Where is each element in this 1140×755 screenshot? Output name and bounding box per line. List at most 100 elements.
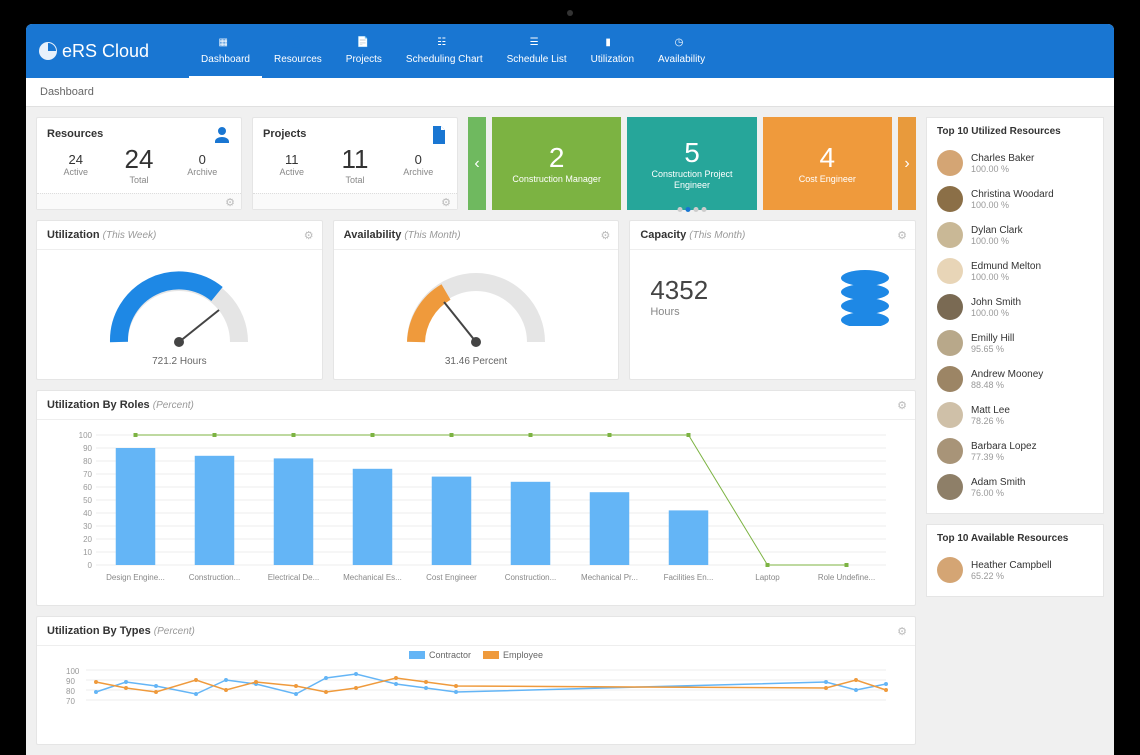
carousel-item[interactable]: 5Construction Project Engineer [627, 117, 756, 210]
nav-label: Schedule List [507, 54, 567, 65]
nav-icon: ◷ [675, 37, 689, 51]
nav-icon: 👤 [291, 37, 305, 51]
svg-text:Construction...: Construction... [189, 573, 241, 582]
svg-text:50: 50 [83, 496, 92, 505]
resource-name: Matt Lee [971, 405, 1010, 416]
chart-title: Utilization By Roles [47, 399, 150, 411]
carousel-label: Construction Project Engineer [635, 169, 748, 191]
period-label: (This Month) [689, 230, 745, 241]
gear-icon[interactable]: ⚙ [225, 196, 235, 209]
availability-gauge [396, 262, 556, 352]
top-available-card: Top 10 Available Resources Heather Campb… [926, 524, 1104, 597]
side-title: Top 10 Utilized Resources [937, 126, 1093, 137]
carousel-count: 4 [820, 142, 836, 174]
gear-icon[interactable]: ⚙ [897, 229, 907, 242]
avatar [937, 258, 963, 284]
avatar [937, 557, 963, 583]
resource-list-item[interactable]: Charles Baker100.00 % [937, 145, 1093, 181]
active-label: Active [263, 167, 321, 177]
carousel-prev-button[interactable]: ‹ [468, 117, 486, 210]
gear-icon[interactable]: ⚙ [304, 229, 314, 242]
resource-percent: 76.00 % [971, 488, 1025, 498]
svg-text:Design Engine...: Design Engine... [106, 573, 165, 582]
nav-dashboard[interactable]: ▦Dashboard [189, 31, 262, 71]
resource-list-item[interactable]: Andrew Mooney88.48 % [937, 361, 1093, 397]
resource-list-item[interactable]: Barbara Lopez77.39 % [937, 433, 1093, 469]
svg-text:80: 80 [66, 687, 75, 696]
svg-text:Mechanical Pr...: Mechanical Pr... [581, 573, 638, 582]
carousel-item[interactable]: 2Construction Manager [492, 117, 621, 210]
active-label: Active [47, 167, 105, 177]
side-title: Top 10 Available Resources [937, 533, 1093, 544]
gauge-value: 721.2 Hours [152, 356, 206, 367]
chart-unit: (Percent) [153, 400, 194, 411]
avatar [937, 402, 963, 428]
projects-stat-card: Projects 11Active 11Total 0Archive ⚙ [252, 117, 458, 210]
nav-icon: ▮ [605, 37, 619, 51]
gear-icon[interactable]: ⚙ [441, 196, 451, 209]
nav-label: Availability [658, 54, 705, 65]
gear-icon[interactable]: ⚙ [897, 399, 907, 412]
top-navbar: eRS Cloud ▦Dashboard👤Resources📄Projects☷… [26, 24, 1114, 78]
svg-text:60: 60 [83, 483, 92, 492]
nav-schedule-list[interactable]: ☰Schedule List [495, 31, 579, 71]
svg-text:20: 20 [83, 535, 92, 544]
top-utilized-card: Top 10 Utilized Resources Charles Baker1… [926, 117, 1104, 514]
svg-text:30: 30 [83, 522, 92, 531]
svg-text:70: 70 [66, 697, 75, 704]
archive-label: Archive [390, 167, 448, 177]
resource-list-item[interactable]: Dylan Clark100.00 % [937, 217, 1093, 253]
gear-icon[interactable]: ⚙ [600, 229, 610, 242]
resource-percent: 88.48 % [971, 380, 1043, 390]
period-label: (This Week) [103, 230, 157, 241]
nav-availability[interactable]: ◷ Availability [646, 31, 717, 71]
resource-percent: 100.00 % [971, 200, 1054, 210]
resources-stat-card: Resources 24Active 24Total 0Archive ⚙ [36, 117, 242, 210]
resource-list-item[interactable]: Matt Lee78.26 % [937, 397, 1093, 433]
nav-label: Scheduling Chart [406, 54, 483, 65]
resource-name: Edmund Melton [971, 261, 1041, 272]
nav-utilization[interactable]: ▮ Utilization [579, 31, 646, 71]
avatar [937, 474, 963, 500]
archive-count: 0 [390, 152, 448, 167]
avatar [937, 294, 963, 320]
breadcrumb: Dashboard [26, 78, 1114, 107]
capacity-card: Capacity (This Month) ⚙ 4352 Hours [629, 220, 916, 380]
resource-list-item[interactable]: Christina Woodard100.00 % [937, 181, 1093, 217]
resource-list-item[interactable]: Edmund Melton100.00 % [937, 253, 1093, 289]
nav-resources[interactable]: 👤Resources [262, 31, 334, 71]
resource-list-item[interactable]: John Smith100.00 % [937, 289, 1093, 325]
avatar [937, 186, 963, 212]
resource-list-item[interactable]: Adam Smith76.00 % [937, 469, 1093, 505]
utilization-by-types-chart: Utilization By Types (Percent) ⚙ Contrac… [36, 616, 916, 745]
nav-label: Dashboard [201, 54, 250, 65]
active-count: 11 [263, 152, 321, 167]
chart-title: Utilization By Types [47, 625, 151, 637]
svg-text:Facilities En...: Facilities En... [664, 573, 714, 582]
svg-text:90: 90 [66, 677, 75, 686]
card-title: Resources [37, 118, 241, 140]
person-icon [213, 126, 231, 144]
archive-count: 0 [174, 152, 232, 167]
resource-percent: 100.00 % [971, 308, 1021, 318]
resource-percent: 100.00 % [971, 236, 1023, 246]
resource-name: Christina Woodard [971, 189, 1054, 200]
nav-label: Utilization [591, 54, 634, 65]
resource-list-item[interactable]: Emilly Hill95.65 % [937, 325, 1093, 361]
carousel-next-button[interactable]: › [898, 117, 916, 210]
utilization-gauge-card: Utilization (This Week) ⚙ 721.2 Hours [36, 220, 323, 380]
card-title-text: Capacity [640, 229, 686, 241]
avatar [937, 150, 963, 176]
gear-icon[interactable]: ⚙ [897, 625, 907, 638]
nav-scheduling-chart[interactable]: ☷Scheduling Chart [394, 31, 495, 71]
database-icon [835, 266, 895, 326]
gauge-value: 31.46 Percent [445, 356, 507, 367]
nav-projects[interactable]: 📄Projects [334, 31, 394, 71]
carousel-count: 5 [684, 137, 700, 169]
main-nav: ▦Dashboard👤Resources📄Projects☷Scheduling… [189, 31, 717, 71]
resource-list-item[interactable]: Heather Campbell65.22 % [937, 552, 1093, 588]
carousel-item[interactable]: 4Cost Engineer [763, 117, 892, 210]
utilization-by-roles-chart: Utilization By Roles (Percent) ⚙ 0102030… [36, 390, 916, 606]
svg-text:Cost Engineer: Cost Engineer [426, 573, 477, 582]
utilization-gauge [99, 262, 259, 352]
